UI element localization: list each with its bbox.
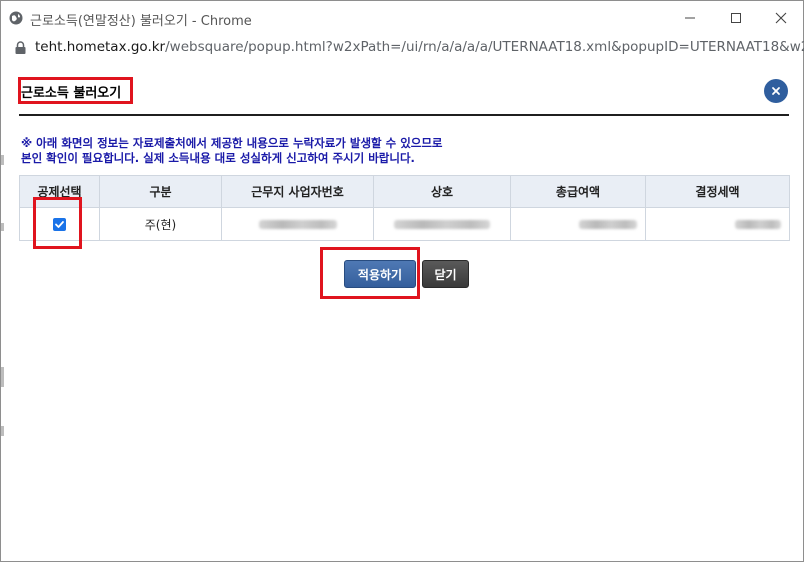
globe-icon [9, 11, 23, 25]
checkmark-icon [55, 221, 64, 228]
lock-icon [15, 41, 26, 54]
deduction-select-cell[interactable] [19, 207, 100, 241]
browser-popup-window: 근로소득(연말정산) 불러오기 - Chrome teht.hometax.go… [0, 0, 804, 562]
background-edge [1, 426, 4, 436]
column-header: 근무지 사업자번호 [221, 175, 374, 208]
column-header: 결정세액 [645, 175, 790, 208]
column-header: 공제선택 [19, 175, 100, 208]
title-divider [19, 114, 789, 116]
redacted-total-salary [579, 220, 637, 229]
address-bar[interactable]: teht.hometax.go.kr/websquare/popup.html?… [1, 35, 804, 61]
background-edge [1, 367, 4, 387]
total-salary-cell [510, 207, 646, 241]
category-cell: 주(현) [99, 207, 222, 241]
column-header: 상호 [373, 175, 511, 208]
redacted-company-name [394, 220, 490, 229]
table-row[interactable]: 주(현) [19, 207, 790, 241]
page-title: 근로소득 불러오기 [21, 86, 122, 101]
apply-button[interactable]: 적용하기 [344, 260, 416, 288]
income-table: 공제선택 구분 근무지 사업자번호 상호 총급여액 결정세액 주(현) [19, 175, 790, 241]
url-text[interactable]: teht.hometax.go.kr/websquare/popup.html?… [35, 39, 804, 55]
redacted-determined-tax [735, 220, 781, 229]
maximize-button[interactable] [713, 1, 759, 35]
maximize-icon [731, 13, 741, 23]
column-header: 총급여액 [510, 175, 646, 208]
minimize-button[interactable] [667, 1, 713, 35]
close-icon [772, 87, 780, 95]
table-header-row: 공제선택 구분 근무지 사업자번호 상호 총급여액 결정세액 [19, 175, 790, 208]
deduction-checkbox[interactable] [53, 218, 66, 231]
background-edge [1, 155, 4, 165]
url-host: teht.hometax.go.kr [35, 39, 166, 55]
notice-line-2: 본인 확인이 필요합니다. 실제 소득내용 대로 성실하게 신고하여 주시기 바… [21, 150, 415, 165]
background-edge [1, 223, 4, 231]
title-bar[interactable]: 근로소득(연말정산) 불러오기 - Chrome [1, 1, 803, 35]
url-path: /websquare/popup.html?w2xPath=/ui/rn/a/a… [165, 39, 804, 55]
company-name-cell [373, 207, 511, 241]
business-number-cell [221, 207, 374, 241]
notice-text: ※ 아래 화면의 정보는 자료제출처에서 제공한 내용으로 누락자료가 발생할 … [21, 136, 781, 165]
popup-close-button[interactable] [764, 79, 788, 103]
determined-tax-cell [645, 207, 790, 241]
minimize-icon [685, 17, 695, 19]
close-icon [775, 12, 787, 24]
notice-line-1: ※ 아래 화면의 정보는 자료제출처에서 제공한 내용으로 누락자료가 발생할 … [21, 136, 443, 150]
window-title: 근로소득(연말정산) 불러오기 - Chrome [30, 14, 252, 29]
redacted-business-number [258, 220, 337, 229]
column-header: 구분 [99, 175, 222, 208]
close-button[interactable]: 닫기 [422, 260, 469, 288]
window-close-button[interactable] [758, 1, 804, 35]
